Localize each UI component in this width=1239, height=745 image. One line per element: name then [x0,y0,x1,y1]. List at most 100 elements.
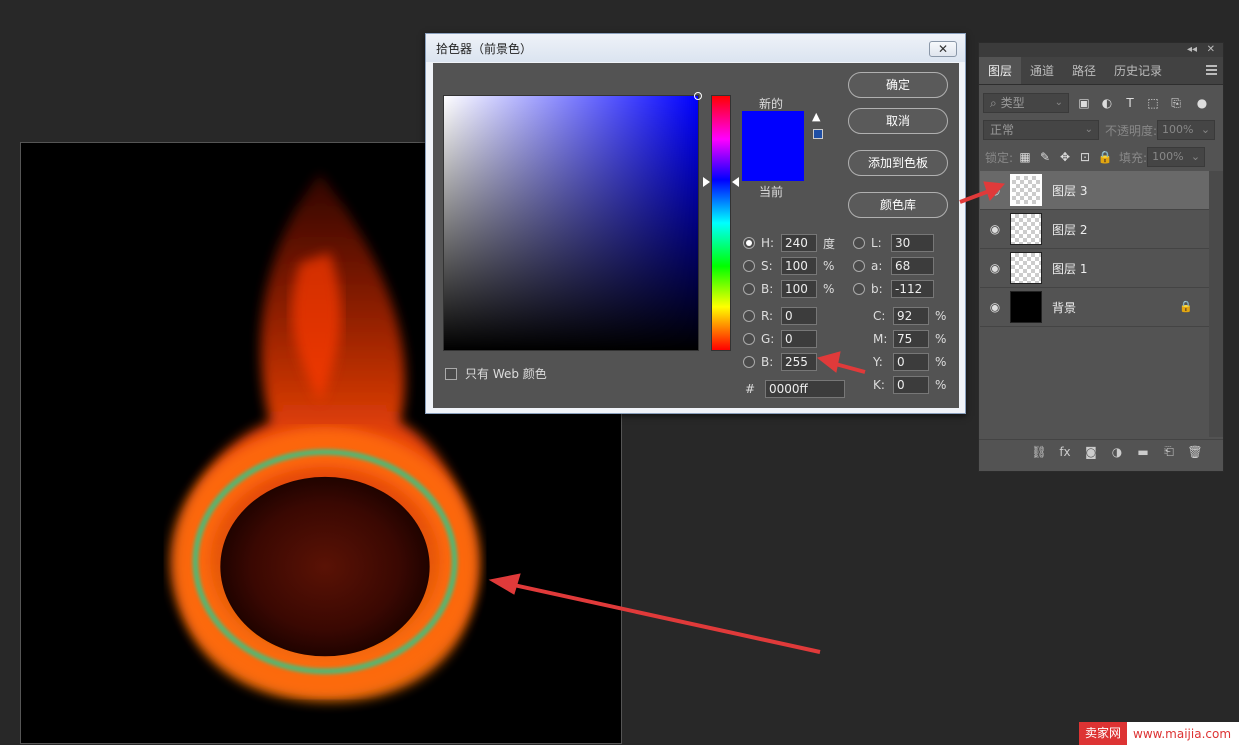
layer-name[interactable]: 图层 1 [1052,260,1087,277]
layer-thumbnail[interactable] [1010,174,1042,206]
new-layer-icon[interactable]: ⎗ [1161,444,1177,459]
layer-row-2[interactable]: ◉ 图层 2 [980,210,1209,249]
color-marker[interactable] [694,92,702,100]
lock-all-icon[interactable]: 🔒 [1097,149,1113,165]
dialog-body: 新的 当前 ▲ 确定 取消 添加到色板 颜色库 H: 240 度 S: 100 … [433,63,959,408]
tab-layers[interactable]: 图层 [979,57,1022,84]
layer-thumbnail[interactable] [1010,291,1042,323]
input-blue[interactable]: 255 [781,353,817,371]
trash-icon[interactable]: 🗑 [1187,445,1203,459]
chevron-down-icon[interactable]: ⌄ [1201,121,1210,139]
layer-thumbnail[interactable] [1010,213,1042,245]
current-color-label: 当前 [759,185,784,199]
visibility-eye-icon[interactable]: ◉ [980,300,1010,314]
layer-name[interactable]: 图层 2 [1052,221,1087,238]
field-l: L: 30 [853,234,934,252]
tab-channels[interactable]: 通道 [1021,57,1063,84]
layer-filter-dropdown[interactable]: ⌕ 类型 ⌄ [983,93,1069,113]
field-r: R: 0 [743,307,817,325]
chevron-down-icon[interactable]: ⌄ [1191,148,1200,166]
saturation-brightness-field[interactable] [443,92,702,351]
input-g[interactable]: 0 [781,330,817,348]
layer-row-1[interactable]: ◉ 图层 1 [980,249,1209,288]
input-c[interactable]: 92 [893,307,929,325]
input-m[interactable]: 75 [893,330,929,348]
hue-slider-handle-right[interactable] [732,177,739,187]
web-safe-cube-icon[interactable] [813,129,823,139]
add-to-swatches-button[interactable]: 添加到色板 [848,150,948,176]
panel-menu-icon[interactable] [1206,65,1217,75]
input-r[interactable]: 0 [781,307,817,325]
layers-panel-footer: ⛓ fx ◙ ◑ ▬ ⎗ 🗑 [979,439,1223,463]
filter-toggle-icon[interactable]: ● [1194,95,1210,111]
fx-icon[interactable]: fx [1057,445,1073,459]
radio-r[interactable] [743,310,755,322]
radio-l[interactable] [853,237,865,249]
radio-blue[interactable] [743,356,755,368]
lock-position-icon[interactable]: ✥ [1057,149,1073,165]
shape-filter-icon[interactable]: ⬚ [1145,95,1161,111]
hue-slider[interactable] [711,95,731,351]
input-l[interactable]: 30 [891,234,934,252]
input-b[interactable]: 100 [781,280,817,298]
lock-paint-icon[interactable]: ✎ [1037,149,1053,165]
color-libraries-button[interactable]: 颜色库 [848,192,948,218]
ok-button[interactable]: 确定 [848,72,948,98]
input-y[interactable]: 0 [893,353,929,371]
layer-row-3[interactable]: ◉ 图层 3 [980,171,1209,210]
smart-object-filter-icon[interactable]: ⎘ [1168,95,1184,111]
lock-artboard-icon[interactable]: ⊡ [1077,149,1093,165]
field-blue: B: 255 [743,353,817,371]
close-button[interactable]: ✕ [929,41,957,57]
out-of-gamut-warning-icon[interactable]: ▲ [812,111,824,123]
field-g: G: 0 [743,330,817,348]
layer-row-background[interactable]: ◉ 背景 🔒 [980,288,1209,327]
radio-lab-b[interactable] [853,283,865,295]
layers-scrollbar[interactable] [1209,171,1223,437]
add-mask-icon[interactable]: ◙ [1083,445,1099,459]
field-c: C: 92 % [873,307,947,325]
radio-h[interactable] [743,237,755,249]
lock-transparency-icon[interactable]: ▦ [1017,149,1033,165]
lock-row: 锁定: ▦ ✎ ✥ ⊡ 🔒 填充: 100% ⌄ [983,146,1219,168]
adjustment-layer-icon[interactable]: ◑ [1109,445,1125,459]
adjustment-filter-icon[interactable]: ◐ [1099,95,1115,111]
layer-name[interactable]: 背景 [1052,299,1076,316]
web-colors-only-option[interactable]: 只有 Web 颜色 [445,365,547,382]
layer-thumbnail[interactable] [1010,252,1042,284]
input-lab-b[interactable]: -112 [891,280,934,298]
link-layers-icon[interactable]: ⛓ [1031,445,1047,459]
type-filter-icon[interactable]: T [1122,95,1138,111]
tab-history[interactable]: 历史记录 [1105,57,1171,84]
new-group-icon[interactable]: ▬ [1135,445,1151,459]
radio-a[interactable] [853,260,865,272]
opacity-input[interactable]: 100% ⌄ [1157,120,1216,140]
layer-name[interactable]: 图层 3 [1052,182,1087,199]
dialog-titlebar[interactable]: 拾色器（前景色） [426,34,965,62]
field-y: Y: 0 % [873,353,947,371]
cancel-button[interactable]: 取消 [848,108,948,134]
visibility-eye-icon[interactable]: ◉ [980,183,1010,197]
visibility-eye-icon[interactable]: ◉ [980,222,1010,236]
radio-g[interactable] [743,333,755,345]
input-a[interactable]: 68 [891,257,934,275]
image-filter-icon[interactable]: ▣ [1076,95,1092,111]
close-panel-icon[interactable]: ✕ [1207,43,1215,57]
color-picker-dialog: 拾色器（前景色） ✕ 新的 当前 ▲ 确定 取消 添加到色板 颜色库 H: 24… [425,33,966,414]
input-hex[interactable]: 0000ff [765,380,845,398]
input-k[interactable]: 0 [893,376,929,394]
input-s[interactable]: 100 [781,257,817,275]
radio-b[interactable] [743,283,755,295]
fill-input[interactable]: 100% ⌄ [1147,147,1206,167]
blend-mode-dropdown[interactable]: 正常 ⌄ [983,120,1099,140]
radio-s[interactable] [743,260,755,272]
collapse-panel-icon[interactable]: ◂◂ [1187,43,1197,57]
tab-paths[interactable]: 路径 [1063,57,1105,84]
hue-slider-handle-left[interactable] [703,177,710,187]
web-colors-checkbox[interactable] [445,367,457,380]
visibility-eye-icon[interactable]: ◉ [980,261,1010,275]
field-hex: # 0000ff [745,380,845,398]
current-color-swatch[interactable] [742,146,804,181]
input-h[interactable]: 240 [781,234,817,252]
field-h: H: 240 度 [743,234,835,252]
